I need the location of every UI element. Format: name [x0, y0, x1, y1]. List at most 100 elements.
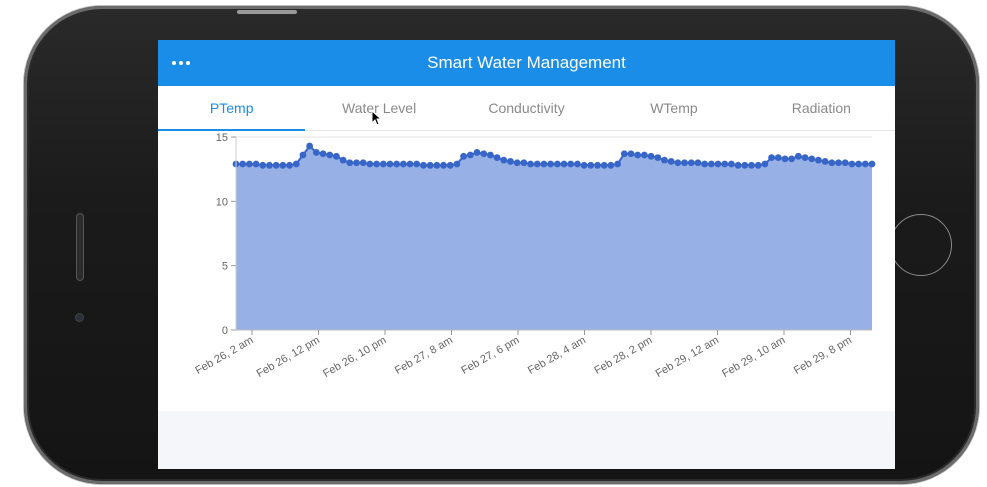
tab-ptemp[interactable]: PTemp [158, 86, 306, 131]
data-point [607, 161, 615, 169]
x-tick-label: Feb 26, 10 pm [321, 334, 388, 380]
dot [172, 61, 176, 65]
tab-conductivity[interactable]: Conductivity [453, 86, 600, 130]
data-point [379, 160, 387, 168]
data-point [353, 159, 360, 167]
data-point [861, 160, 869, 168]
data-point [386, 160, 394, 168]
data-point [707, 160, 715, 168]
app-title: Smart Water Management [427, 53, 626, 72]
data-point [841, 159, 849, 167]
data-point [500, 156, 508, 164]
data-point [513, 159, 521, 167]
data-point [661, 156, 668, 164]
more-dots-icon[interactable] [172, 53, 198, 73]
x-tick-label: Feb 26, 2 am [193, 334, 255, 377]
data-point [794, 152, 802, 160]
data-point [734, 161, 742, 169]
data-point [312, 149, 320, 156]
tab-wtemp[interactable]: WTemp [600, 86, 747, 130]
home-button[interactable] [890, 214, 952, 276]
data-point [299, 151, 307, 159]
chart-container: 0 5 10 15 Feb 26, 2 am Feb 26, 12 pm Feb 26, 1… [158, 131, 895, 411]
data-point [239, 160, 247, 168]
data-point [406, 160, 414, 168]
phone-speaker [76, 213, 84, 281]
data-point [620, 150, 628, 158]
data-point [493, 154, 501, 161]
data-point [473, 149, 481, 156]
data-point [466, 151, 474, 159]
data-point [768, 154, 775, 161]
data-point [433, 161, 441, 169]
y-tick-label: 0 [222, 325, 228, 337]
data-point [654, 154, 662, 161]
data-point [446, 161, 454, 169]
data-point [815, 156, 822, 164]
data-point [848, 160, 856, 168]
data-point [701, 160, 709, 168]
data-point [547, 160, 555, 168]
x-tick-label: Feb 27, 6 pm [459, 334, 521, 377]
tab-bar: PTemp Water Level Conductivity WTemp Rad… [158, 86, 895, 131]
data-point [721, 160, 729, 168]
data-point [835, 159, 842, 167]
data-point [366, 160, 374, 168]
data-point [319, 150, 327, 158]
data-point [440, 161, 447, 169]
tab-label: Radiation [791, 100, 851, 116]
data-point [754, 161, 762, 169]
data-point [761, 160, 769, 168]
data-point [487, 151, 494, 159]
data-point [788, 155, 796, 163]
data-point [460, 152, 468, 160]
data-point [333, 152, 340, 160]
data-point [306, 142, 314, 150]
data-point [781, 155, 789, 163]
data-point [821, 158, 829, 165]
data-point [647, 152, 655, 160]
phone-side-button [237, 10, 297, 14]
x-tick-label: Feb 29, 8 pm [792, 334, 854, 377]
data-point [748, 161, 755, 169]
x-tick-label: Feb 28, 4 am [526, 334, 588, 377]
data-point [279, 161, 287, 169]
data-point [774, 154, 782, 161]
dot [179, 61, 183, 65]
tab-label: WTemp [650, 100, 698, 116]
data-point [614, 160, 621, 168]
tab-label: PTemp [209, 100, 254, 116]
data-point [453, 160, 461, 168]
data-point [507, 158, 514, 165]
data-point [245, 160, 253, 168]
data-point [533, 160, 541, 168]
ptemp-area-chart[interactable]: 0 5 10 15 Feb 26, 2 am Feb 26, 12 pm Feb 26, 1… [158, 131, 895, 411]
data-point [272, 161, 280, 169]
data-point [393, 160, 401, 168]
data-point [728, 160, 735, 168]
data-point [540, 160, 548, 168]
tab-radiation[interactable]: Radiation [748, 86, 895, 130]
data-point [828, 159, 836, 167]
data-point [574, 160, 581, 168]
data-point [426, 161, 434, 169]
data-point [694, 159, 702, 167]
data-point [527, 160, 534, 168]
dot [186, 61, 190, 65]
data-point [674, 159, 682, 167]
data-point [855, 160, 863, 168]
phone-frame: Smart Water Management PTemp Water Level… [24, 6, 979, 484]
data-point [413, 160, 421, 168]
app-bar: Smart Water Management [158, 40, 895, 86]
data-point [553, 160, 561, 168]
app-screen: Smart Water Management PTemp Water Level… [158, 40, 895, 469]
data-point [346, 159, 354, 167]
x-tick-label: Feb 26, 12 pm [255, 334, 322, 380]
x-tick-label: Feb 28, 2 pm [592, 334, 654, 377]
data-point [252, 160, 260, 168]
data-point [714, 160, 722, 168]
data-point [600, 161, 608, 169]
data-point [587, 161, 595, 169]
data-point [681, 159, 688, 167]
data-point [292, 160, 300, 168]
